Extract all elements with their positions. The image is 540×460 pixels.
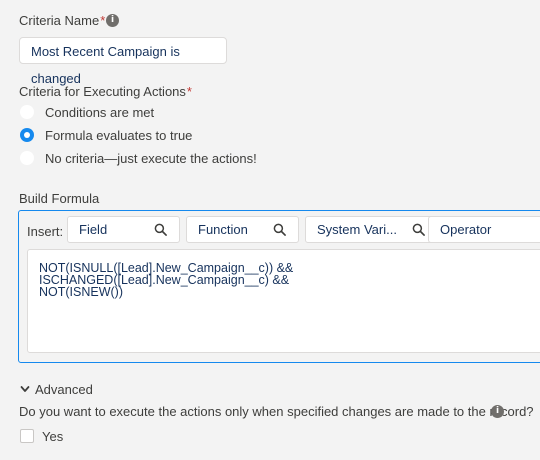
- required-mark: *: [100, 13, 106, 28]
- yes-checkbox-label: Yes: [42, 429, 64, 444]
- radio-label: Conditions are met: [45, 105, 155, 120]
- radio-button[interactable]: [20, 105, 34, 119]
- chevron-down-icon[interactable]: [20, 384, 30, 394]
- field-picker[interactable]: Field: [67, 216, 180, 243]
- search-icon: [412, 223, 425, 236]
- operator-picker-label: Operator: [440, 222, 492, 237]
- search-icon: [154, 223, 167, 236]
- radio-button[interactable]: [20, 151, 34, 165]
- criteria-name-label-text: Criteria Name: [19, 13, 100, 28]
- required-mark: *: [186, 84, 192, 99]
- function-picker[interactable]: Function: [186, 216, 299, 243]
- function-picker-label: Function: [198, 222, 248, 237]
- executing-actions-label: Criteria for Executing Actions*: [19, 84, 192, 99]
- field-picker-label: Field: [79, 222, 108, 237]
- info-icon[interactable]: i: [491, 405, 504, 418]
- criteria-name-label: Criteria Name*: [19, 13, 105, 28]
- formula-editor[interactable]: NOT(ISNULL([Lead].New_Campaign__c)) && I…: [27, 249, 540, 353]
- search-icon: [273, 223, 286, 236]
- criteria-name-input[interactable]: Most Recent Campaign is changed: [19, 37, 227, 86]
- info-icon[interactable]: i: [106, 14, 119, 27]
- advanced-toggle[interactable]: Advanced: [35, 382, 93, 397]
- radio-button-selected[interactable]: [20, 128, 34, 142]
- insert-label: Insert:: [27, 224, 64, 239]
- system-variable-picker[interactable]: System Vari...: [305, 216, 438, 243]
- yes-checkbox[interactable]: [20, 429, 34, 443]
- process-criteria-panel: Criteria Name* i Most Recent Campaign is…: [0, 0, 540, 460]
- advanced-question: Do you want to execute the actions only …: [19, 404, 534, 419]
- formula-line: NOT(ISNEW()): [39, 285, 124, 299]
- radio-label: No criteria—just execute the actions!: [45, 151, 257, 166]
- executing-actions-label-text: Criteria for Executing Actions: [19, 84, 186, 99]
- build-formula-label: Build Formula: [19, 191, 100, 206]
- radio-label: Formula evaluates to true: [45, 128, 193, 143]
- system-variable-picker-label: System Vari...: [317, 222, 397, 237]
- operator-picker[interactable]: Operator: [428, 216, 540, 243]
- formula-builder: Insert: Field Function System Vari... Op…: [18, 210, 540, 363]
